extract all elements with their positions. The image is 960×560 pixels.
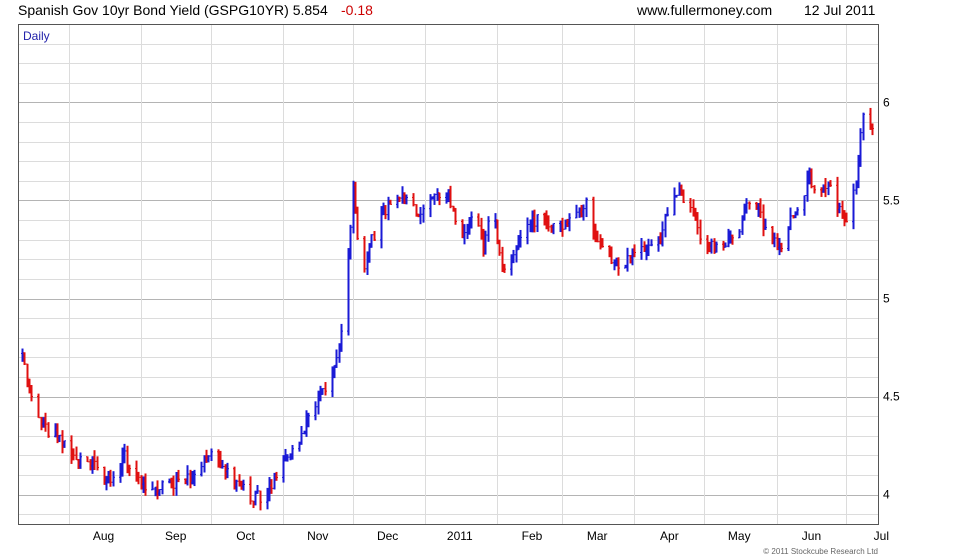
x-tick-label: 2011 bbox=[447, 529, 473, 543]
ohlc-bar bbox=[536, 214, 539, 233]
ohlc-bar bbox=[419, 207, 422, 225]
ohlc-bar bbox=[112, 471, 115, 487]
ohlc-bar bbox=[324, 382, 327, 396]
x-tick-label: Jul bbox=[874, 529, 889, 543]
ohlc-bar bbox=[862, 112, 865, 141]
x-tick-label: Dec bbox=[377, 529, 398, 543]
ohlc-bar bbox=[422, 204, 425, 223]
y-tick-label: 5 bbox=[883, 292, 890, 306]
y-tick-label: 4.5 bbox=[883, 390, 900, 404]
ohlc-bar bbox=[200, 461, 203, 477]
x-tick-label: Apr bbox=[660, 529, 679, 543]
ohlc-bar bbox=[803, 195, 806, 216]
x-tick-label: Mar bbox=[587, 529, 608, 543]
x-tick-label: Oct bbox=[236, 529, 255, 543]
y-tick-label: 6 bbox=[883, 95, 890, 109]
grid-lines bbox=[18, 24, 878, 524]
ohlc-bar bbox=[412, 193, 415, 207]
ohlc-bar bbox=[373, 231, 376, 241]
y-tick-label: 4 bbox=[883, 488, 890, 502]
ohlc-bars bbox=[21, 107, 874, 511]
ohlc-bar bbox=[151, 481, 154, 491]
ohlc-bar bbox=[813, 185, 816, 194]
ohlc-bar bbox=[210, 448, 213, 462]
ohlc-bar bbox=[86, 456, 89, 463]
ohlc-bar bbox=[259, 490, 262, 511]
x-tick-label: May bbox=[728, 529, 751, 543]
copyright-note: © 2011 Stockcube Research Ltd bbox=[763, 547, 878, 556]
ohlc-bar bbox=[335, 349, 338, 368]
ohlc-bar bbox=[852, 183, 855, 230]
ohlc-bar bbox=[664, 213, 667, 238]
period-label: Daily bbox=[23, 29, 50, 43]
y-tick-label: 5.5 bbox=[883, 193, 900, 207]
ohlc-bar bbox=[673, 187, 676, 216]
ohlc-bar bbox=[96, 456, 99, 471]
ohlc-bar bbox=[347, 248, 350, 336]
ohlc-bar bbox=[738, 229, 741, 239]
ohlc-bar bbox=[314, 401, 317, 421]
ohlc-bar bbox=[575, 204, 578, 219]
x-tick-label: Jun bbox=[802, 529, 821, 543]
ohlc-chart: Aug Sep Oct Nov Dec 2011 Feb Mar Apr May Jun Jul 44… bbox=[18, 24, 900, 556]
ohlc-bar bbox=[363, 236, 366, 273]
ohlc-bar bbox=[640, 238, 643, 260]
ohlc-bar bbox=[47, 422, 50, 438]
x-tick-label: Nov bbox=[307, 529, 328, 543]
ohlc-bar bbox=[498, 239, 501, 256]
y-axis-labels: 4 4.5 5 5.5 6 bbox=[883, 95, 900, 501]
x-tick-label: Aug bbox=[93, 529, 114, 543]
ohlc-bar bbox=[161, 480, 164, 495]
ohlc-bar bbox=[249, 476, 252, 505]
ohlc-bar bbox=[349, 224, 352, 260]
ohlc-bar bbox=[75, 446, 78, 461]
x-tick-label: Sep bbox=[165, 529, 187, 543]
x-tick-label: Feb bbox=[522, 529, 543, 543]
x-axis-labels: Aug Sep Oct Nov Dec 2011 Feb Mar Apr May Jun Jul bbox=[93, 529, 889, 543]
ohlc-bar bbox=[748, 201, 751, 210]
plot-frame bbox=[18, 24, 879, 525]
